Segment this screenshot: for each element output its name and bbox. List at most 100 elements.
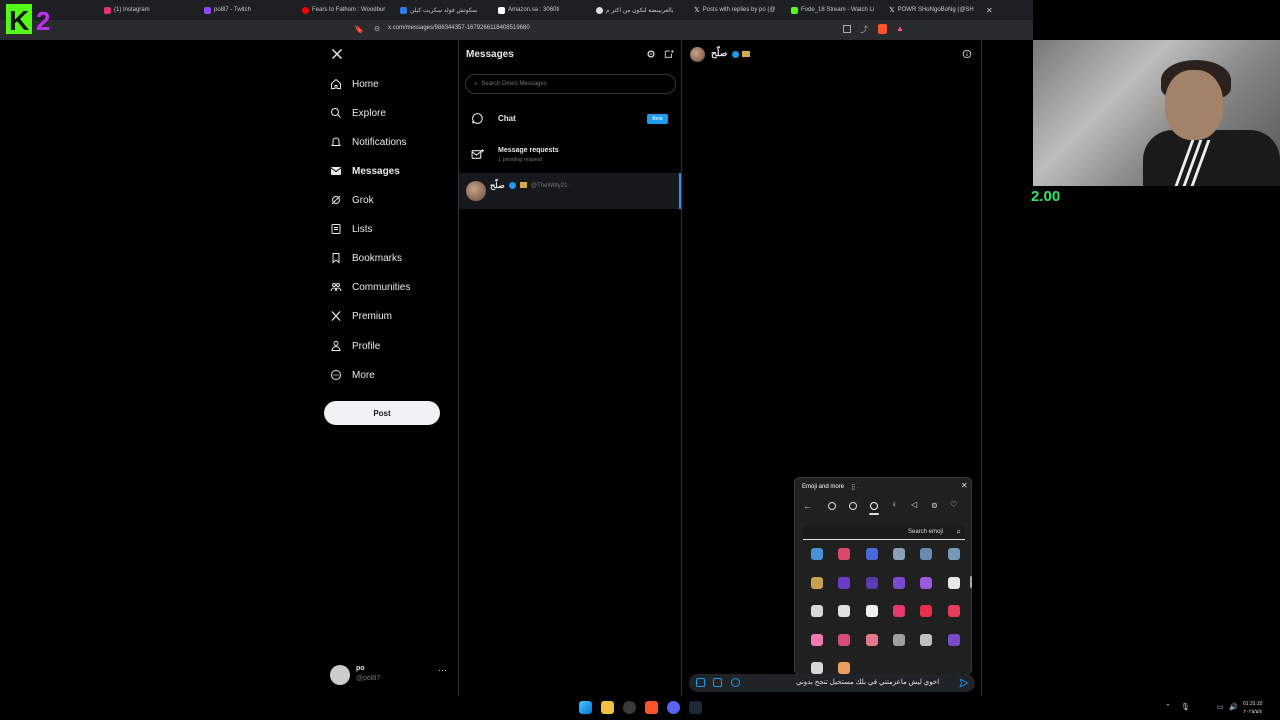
emoji-item[interactable] bbox=[865, 633, 878, 646]
gif-icon[interactable] bbox=[713, 678, 722, 687]
celebration-icon[interactable]: ♀ bbox=[891, 500, 897, 509]
emoji-item[interactable] bbox=[838, 576, 851, 589]
nav-lists[interactable]: Lists bbox=[330, 218, 373, 240]
nav-communities[interactable]: Communities bbox=[330, 276, 410, 298]
windows-start-icon[interactable] bbox=[579, 701, 592, 714]
browser-tab[interactable]: سكوتش فولد سكريت كيلن bbox=[400, 4, 486, 16]
emoji-item[interactable] bbox=[811, 633, 823, 646]
emoji-item[interactable] bbox=[838, 633, 851, 646]
browser-tab[interactable]: 𝕏 Posts with replies by po (@ bbox=[694, 4, 780, 16]
grid-icon: ⣿ · bbox=[851, 485, 860, 491]
search-dm-input[interactable]: ⌕ Search Direct Messages bbox=[465, 74, 676, 94]
browser-tab[interactable]: Fode_18 Stream - Watch Li bbox=[791, 4, 877, 16]
url-text[interactable]: x.com/messages/986344357-167926611840851… bbox=[388, 25, 530, 31]
new-message-icon[interactable] bbox=[664, 49, 674, 59]
browser-tab[interactable]: Fears to Fathom : Woodbur bbox=[302, 4, 386, 16]
emoji-item[interactable] bbox=[865, 548, 878, 560]
smiley-icon[interactable] bbox=[849, 502, 857, 510]
nav-premium[interactable]: Premium bbox=[330, 305, 392, 327]
brave-browser-icon[interactable] bbox=[645, 701, 658, 714]
emoji-item[interactable] bbox=[811, 576, 823, 589]
emoji-search-input[interactable]: Search emoji ⌕ bbox=[803, 526, 965, 540]
chat-row[interactable]: Chat bbox=[466, 108, 676, 130]
emoji-item[interactable] bbox=[920, 576, 933, 589]
nav-messages[interactable]: Messages bbox=[330, 160, 400, 182]
nav-explore[interactable]: Explore bbox=[330, 102, 386, 124]
heart-icon[interactable]: ♡ bbox=[950, 500, 957, 509]
emoji-item[interactable] bbox=[811, 548, 823, 560]
image-icon[interactable] bbox=[696, 678, 705, 687]
share-icon[interactable]: ⤴ bbox=[860, 24, 868, 35]
browser-tab[interactable]: Amazon.sa : 3060ti bbox=[498, 4, 559, 16]
chat-header-name[interactable]: صلّح bbox=[711, 48, 727, 59]
requests-sub: 1 pending request bbox=[498, 157, 543, 163]
emoji-item[interactable] bbox=[838, 662, 851, 674]
emoji-icon[interactable] bbox=[731, 678, 740, 687]
emoji-item[interactable] bbox=[947, 605, 960, 617]
emoji-item[interactable] bbox=[811, 662, 823, 674]
emoji-item[interactable] bbox=[838, 605, 851, 617]
more-dots-icon[interactable]: ··· bbox=[438, 665, 447, 675]
nav-notifications[interactable]: Notifications bbox=[330, 131, 406, 153]
nav-bookmarks[interactable]: Bookmarks bbox=[330, 247, 402, 269]
avatar[interactable] bbox=[690, 47, 705, 62]
stream-overlay-number: 2.00 bbox=[1031, 188, 1061, 205]
steam-icon[interactable] bbox=[689, 701, 702, 714]
message-requests-row[interactable]: Message requests 1 pending request bbox=[466, 142, 676, 168]
emoji-item[interactable] bbox=[892, 633, 905, 646]
emoji-item[interactable] bbox=[865, 576, 878, 589]
food-icon[interactable]: ◁ bbox=[911, 500, 917, 509]
emoji-item[interactable] bbox=[892, 605, 905, 617]
bookmark-page-icon[interactable]: 🔖 bbox=[354, 25, 364, 34]
brave-shield-icon[interactable] bbox=[878, 24, 887, 34]
nav-more[interactable]: More bbox=[330, 364, 375, 386]
browser-tab-active[interactable]: 𝕏 POWR SHoNgoBoNg (@SH bbox=[889, 4, 977, 16]
settings-app-icon[interactable] bbox=[623, 701, 636, 714]
nav-profile[interactable]: Profile bbox=[330, 335, 380, 357]
recent-icon[interactable] bbox=[828, 502, 836, 510]
emoji-item[interactable] bbox=[892, 548, 905, 560]
gear-icon[interactable] bbox=[646, 49, 656, 59]
back-arrow-icon[interactable]: ← bbox=[803, 501, 812, 511]
conversation-item[interactable]: صلّح @TheWitty21 · bbox=[459, 173, 681, 209]
post-button[interactable]: Post bbox=[324, 401, 440, 425]
brave-rewards-icon[interactable]: ▲ bbox=[896, 24, 904, 33]
emoji-item[interactable] bbox=[947, 548, 960, 560]
browser-tab[interactable]: po8l7 - Twitch bbox=[204, 4, 251, 16]
svg-text:K: K bbox=[9, 5, 29, 36]
emoji-item[interactable] bbox=[947, 576, 960, 589]
emoji-item[interactable] bbox=[920, 605, 933, 617]
browser-tab[interactable]: (1) Instagram bbox=[104, 4, 150, 16]
network-icon[interactable]: ▭ bbox=[1217, 703, 1224, 711]
nav-grok[interactable]: Grok bbox=[330, 189, 374, 211]
emoji-item[interactable] bbox=[947, 633, 960, 646]
people-icon[interactable] bbox=[870, 502, 878, 510]
x-logo-icon[interactable] bbox=[331, 48, 343, 60]
volume-icon[interactable]: 🔊 bbox=[1229, 703, 1238, 711]
emoji-item[interactable] bbox=[920, 633, 933, 646]
travel-icon[interactable]: ⊜ bbox=[931, 501, 938, 510]
emoji-item[interactable] bbox=[865, 605, 878, 617]
screen-icon[interactable] bbox=[843, 25, 851, 33]
browser-tab[interactable]: بالعربيبضة لنكون من اكثر م bbox=[596, 4, 682, 16]
nav-home[interactable]: Home bbox=[330, 73, 379, 95]
emoji-item[interactable] bbox=[838, 548, 851, 560]
discord-icon[interactable] bbox=[667, 701, 680, 714]
account-switcher[interactable]: po @po8l7 ··· bbox=[330, 663, 450, 687]
tray-chevron-icon[interactable]: ⌃ bbox=[1165, 703, 1171, 711]
scrollbar[interactable] bbox=[970, 576, 972, 588]
info-icon[interactable] bbox=[962, 49, 972, 59]
send-icon[interactable] bbox=[959, 678, 969, 688]
site-info-icon[interactable]: ⚙ bbox=[374, 25, 380, 33]
close-icon[interactable]: ✕ bbox=[961, 481, 968, 490]
emoji-item[interactable] bbox=[811, 605, 823, 617]
close-tab-icon[interactable]: ✕ bbox=[986, 4, 993, 16]
emoji-item[interactable] bbox=[892, 576, 905, 589]
system-clock[interactable]: 01:31:10 ٢٠٢٥/٥/٤ bbox=[1243, 700, 1262, 716]
emoji-item[interactable] bbox=[920, 548, 933, 560]
avatar bbox=[330, 665, 350, 685]
file-explorer-icon[interactable] bbox=[601, 701, 614, 714]
composer-text[interactable]: اخوي ليش ماعزمتني في بلك مستحيل تنجح بدو… bbox=[796, 678, 939, 686]
microphone-icon[interactable]: 🎙 bbox=[1181, 703, 1190, 711]
svg-text:2: 2 bbox=[36, 6, 50, 36]
